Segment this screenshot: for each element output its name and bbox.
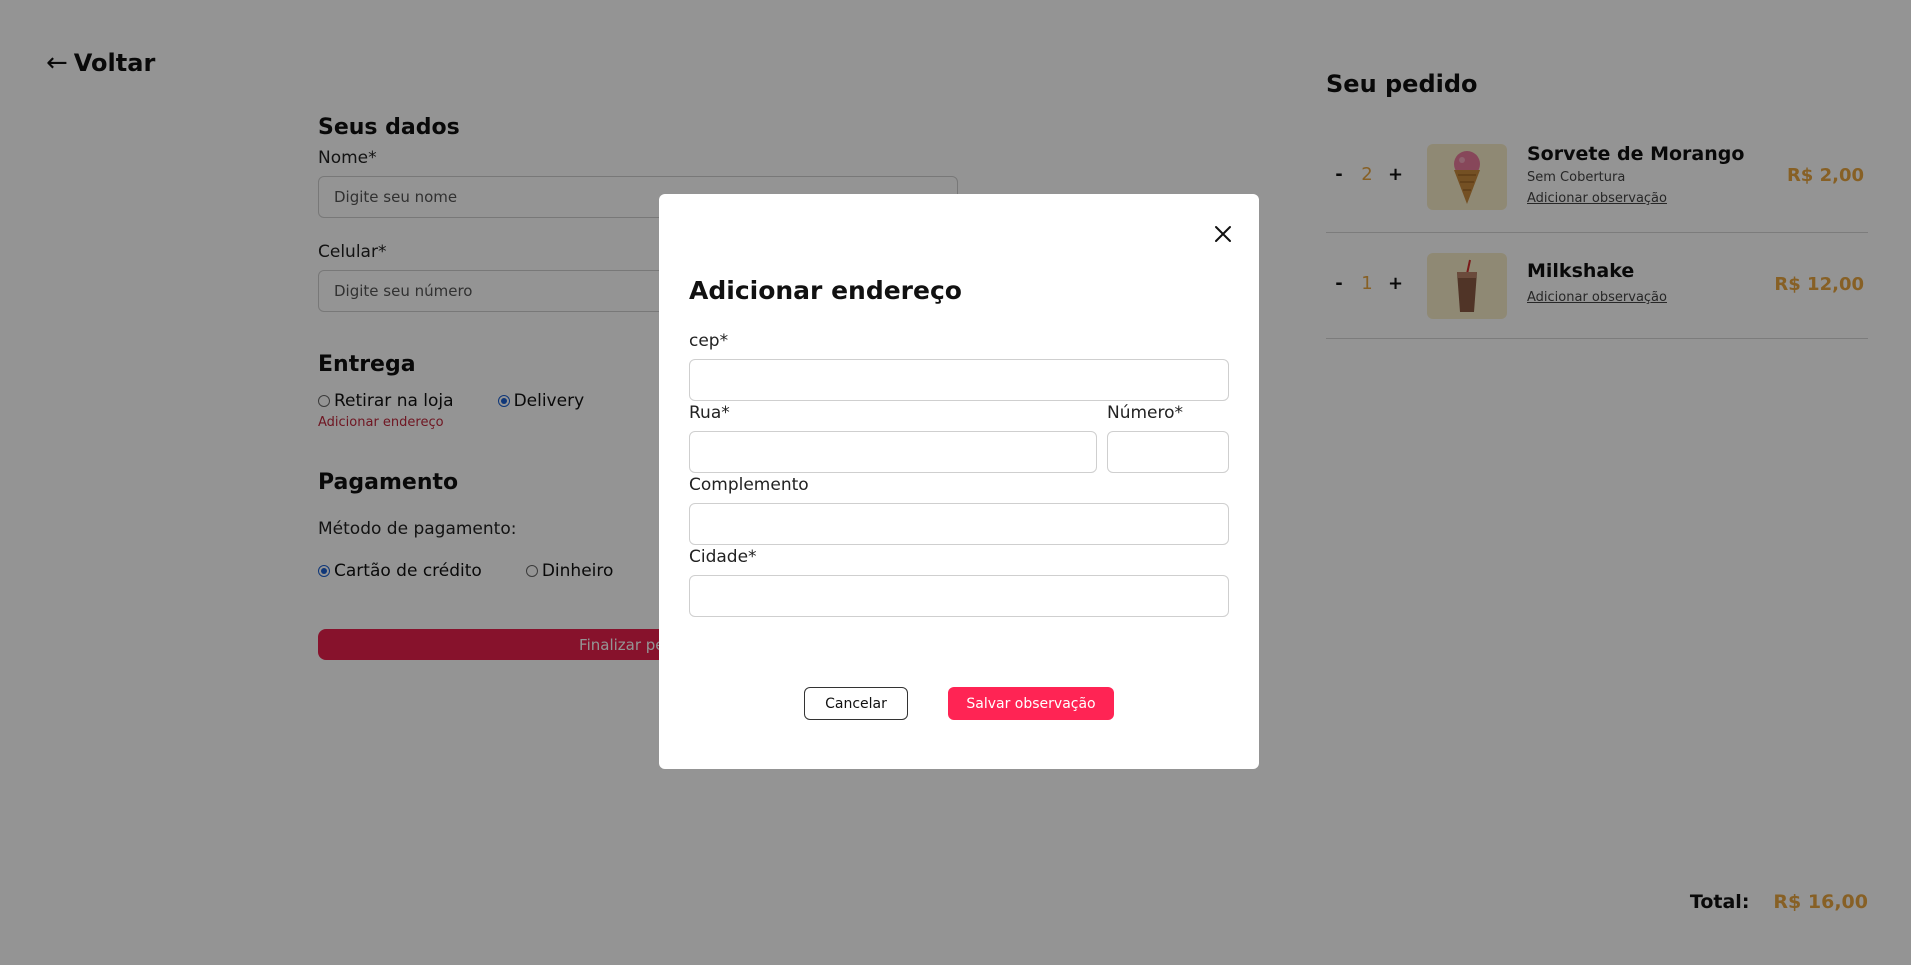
complement-label: Complemento xyxy=(689,475,809,495)
add-address-modal: Adicionar endereço cep* Rua* Número* Com… xyxy=(659,194,1259,769)
checkout-page: ← Voltar Seus dados Nome* Digite seu nom… xyxy=(0,0,1911,965)
save-button[interactable]: Salvar observação xyxy=(948,687,1114,720)
close-icon[interactable] xyxy=(1213,224,1233,244)
street-input[interactable] xyxy=(689,431,1097,473)
number-label: Número* xyxy=(1107,403,1184,423)
city-label: Cidade* xyxy=(689,547,757,567)
cep-label: cep* xyxy=(689,331,729,351)
complement-input[interactable] xyxy=(689,503,1229,545)
cep-input[interactable] xyxy=(689,359,1229,401)
modal-title: Adicionar endereço xyxy=(689,276,962,305)
cancel-button[interactable]: Cancelar xyxy=(804,687,908,720)
number-input[interactable] xyxy=(1107,431,1229,473)
city-input[interactable] xyxy=(689,575,1229,617)
street-label: Rua* xyxy=(689,403,730,423)
